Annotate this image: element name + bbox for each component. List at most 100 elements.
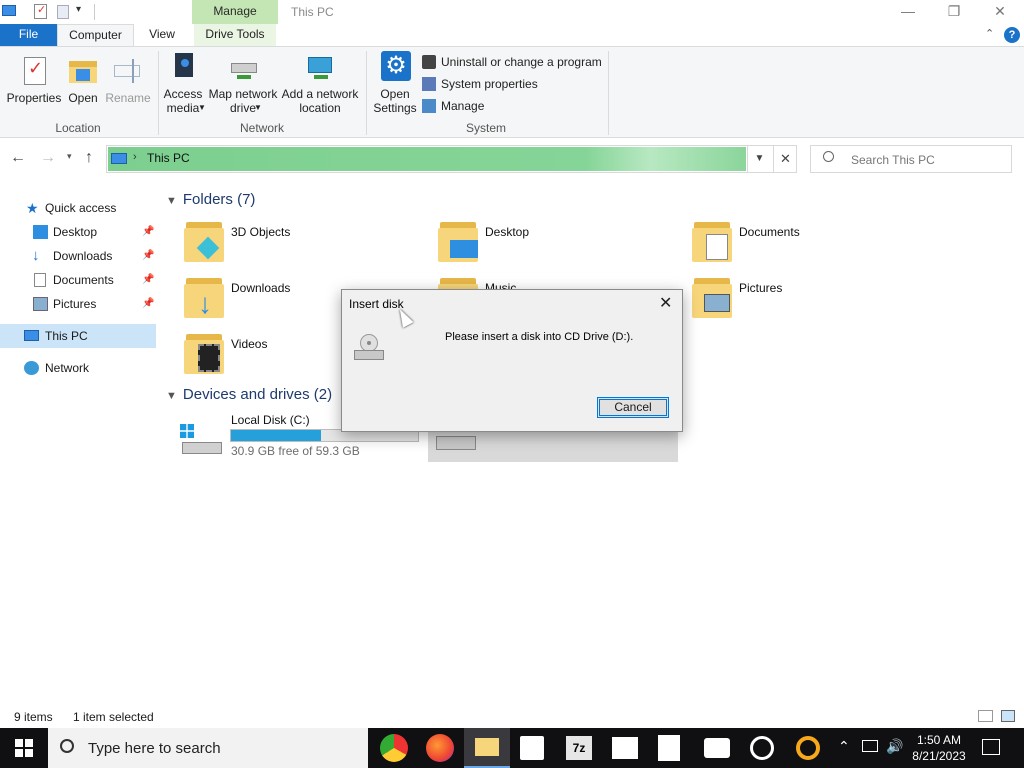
cd-drive-item[interactable]	[428, 430, 678, 462]
divider	[366, 51, 367, 135]
quick-access-dropdown-icon[interactable]: ▾	[76, 4, 81, 15]
video-editor-icon[interactable]	[612, 737, 638, 759]
calculator-icon[interactable]	[658, 735, 680, 761]
new-folder-quick-icon[interactable]	[57, 5, 69, 19]
tab-view[interactable]: View	[138, 24, 186, 46]
7zip-icon[interactable]: 7z	[566, 736, 592, 760]
clock[interactable]: 1:50 AM 8/21/2023	[912, 732, 966, 764]
rename-button[interactable]: Rename	[104, 51, 152, 105]
taskbar-search-placeholder: Type here to search	[88, 740, 221, 757]
address-progress-fill	[108, 147, 746, 171]
access-media-button[interactable]: Access media ▼	[160, 47, 206, 115]
add-network-location-button[interactable]: Add a network location	[280, 47, 360, 115]
pictures-icon	[33, 297, 48, 311]
show-hidden-icons-chevron-icon[interactable]: ⌃	[838, 738, 850, 755]
sidebar-item-documents[interactable]: Documents 📌	[0, 268, 156, 292]
dialog-close-icon[interactable]: ✕	[659, 293, 672, 313]
network-status-icon[interactable]	[862, 740, 878, 752]
star-icon: ★	[26, 200, 39, 216]
this-pc-icon	[111, 153, 127, 164]
stop-loading-icon[interactable]: ✕	[773, 146, 797, 172]
notifications-icon[interactable]	[982, 739, 1000, 755]
content-pane: ▼ Folders (7) 3D Objects Desktop Document…	[156, 176, 1024, 706]
sidebar-item-desktop[interactable]: Desktop 📌	[0, 220, 156, 244]
chrome-icon[interactable]	[380, 734, 408, 762]
sidebar-item-pictures[interactable]: Pictures 📌	[0, 292, 156, 316]
pictures-folder-icon[interactable]	[692, 276, 738, 320]
pin-icon[interactable]: 📌	[142, 244, 154, 268]
firefox-icon[interactable]	[426, 734, 454, 762]
taskbar-search-box[interactable]: Type here to search	[48, 728, 368, 768]
sidebar-item-this-pc[interactable]: This PC	[0, 324, 156, 348]
address-bar[interactable]: › This PC ▼ ✕	[106, 145, 797, 173]
local-disk-label[interactable]: Local Disk (C:)	[231, 413, 310, 427]
folder-label[interactable]: Videos	[231, 337, 267, 351]
tab-drive-tools[interactable]: Drive Tools	[194, 24, 276, 46]
folder-label[interactable]: Documents	[739, 225, 800, 239]
folder-label[interactable]: Desktop	[485, 225, 529, 239]
divider	[608, 51, 609, 135]
desktop-folder-icon[interactable]	[438, 220, 484, 264]
windows-start-icon[interactable]	[15, 739, 33, 757]
local-disk-icon[interactable]	[180, 424, 224, 458]
sidebar-item-downloads[interactable]: ↓ Downloads 📌	[0, 244, 156, 268]
network-icon	[24, 361, 39, 375]
pin-icon[interactable]: 📌	[142, 292, 154, 316]
settings-gear-icon: ⚙	[379, 51, 411, 83]
tab-file[interactable]: File	[0, 24, 57, 46]
devices-group-header[interactable]: ▼ Devices and drives (2)	[166, 386, 332, 403]
forward-arrow-icon[interactable]: →	[40, 149, 56, 167]
documents-folder-icon[interactable]	[692, 220, 738, 264]
properties-quick-icon[interactable]: ✓	[34, 4, 47, 19]
details-view-icon[interactable]	[978, 710, 993, 722]
close-button[interactable]: ✕	[977, 0, 1023, 24]
camera-icon[interactable]	[704, 738, 730, 758]
pin-icon[interactable]: 📌	[142, 268, 154, 292]
back-arrow-icon[interactable]: ←	[10, 149, 26, 167]
open-settings-button[interactable]: ⚙ Open Settings	[370, 47, 420, 115]
folder-label[interactable]: Downloads	[231, 281, 290, 295]
system-properties-button[interactable]: System properties	[422, 77, 538, 91]
restore-button[interactable]: ❐	[931, 0, 977, 24]
pin-icon[interactable]: 📌	[142, 220, 154, 244]
open-folder-icon	[67, 55, 99, 87]
manage-button[interactable]: Manage	[422, 99, 484, 113]
add-network-location-icon	[304, 51, 336, 83]
navigation-bar: ← → ▾ ↑ › This PC ▼ ✕ Search This PC	[0, 142, 1024, 176]
sidebar-item-quick-access[interactable]: ★ Quick access	[0, 196, 156, 220]
properties-button[interactable]: ✓ Properties	[4, 51, 64, 105]
volume-icon[interactable]: 🔊	[886, 738, 903, 755]
recent-locations-chevron-icon[interactable]: ▾	[67, 151, 72, 162]
xbox-icon[interactable]	[750, 736, 774, 760]
downloads-folder-icon[interactable]: ↓	[184, 276, 230, 320]
window-title: This PC	[291, 5, 334, 19]
folder-label[interactable]: 3D Objects	[231, 225, 290, 239]
system-properties-label: System properties	[441, 77, 538, 91]
tab-computer[interactable]: Computer	[57, 24, 134, 46]
minimize-button[interactable]: —	[885, 0, 931, 24]
videos-folder-icon[interactable]	[184, 332, 230, 376]
properties-label: Properties	[6, 91, 62, 105]
cancel-button[interactable]: Cancel	[597, 397, 669, 418]
search-tool-icon[interactable]	[796, 736, 820, 760]
large-icons-view-icon[interactable]	[1001, 710, 1015, 722]
map-network-drive-button[interactable]: Map network drive ▼	[206, 47, 280, 115]
folders-group-header[interactable]: ▼ Folders (7)	[166, 191, 255, 208]
search-box[interactable]: Search This PC	[810, 145, 1012, 173]
store-icon[interactable]	[520, 736, 544, 760]
help-icon[interactable]: ?	[1004, 27, 1020, 43]
open-button[interactable]: Open	[64, 51, 102, 105]
uninstall-program-button[interactable]: Uninstall or change a program	[422, 55, 602, 69]
ribbon-collapse-icon[interactable]: ⌃	[985, 27, 994, 40]
address-dropdown-icon[interactable]: ▼	[747, 146, 771, 172]
file-explorer-taskbar-button[interactable]	[464, 728, 510, 768]
up-arrow-icon[interactable]: ↑	[85, 149, 93, 167]
status-bar: 9 items 1 item selected	[0, 706, 1024, 728]
3d-objects-folder-icon[interactable]	[184, 220, 230, 264]
cd-drive-icon	[354, 332, 384, 362]
sidebar-item-network[interactable]: Network	[0, 356, 156, 380]
folder-label[interactable]: Pictures	[739, 281, 782, 295]
map-drive-dropdown-icon: ▼	[254, 103, 262, 112]
sidebar-label: Documents	[53, 273, 114, 287]
manage-context-tab[interactable]: Manage	[192, 0, 278, 24]
